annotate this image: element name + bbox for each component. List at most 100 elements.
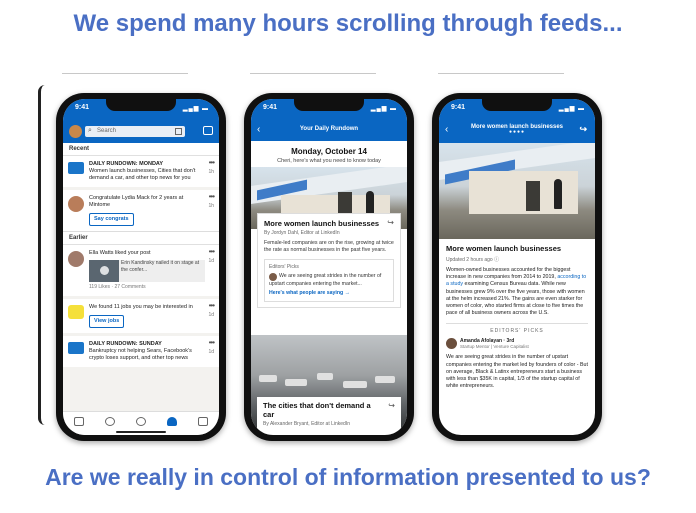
article-byline: By Jordyn Dahl, Editor at LinkedIn bbox=[264, 230, 340, 236]
phone-notch bbox=[294, 99, 364, 111]
more-icon[interactable]: ••• bbox=[209, 193, 215, 201]
notification-time: 1h bbox=[208, 169, 214, 175]
search-placeholder: Search bbox=[97, 128, 117, 134]
back-icon[interactable]: ‹ bbox=[257, 124, 260, 135]
search-icon: ⌕ bbox=[88, 127, 92, 134]
view-jobs-button[interactable]: View jobs bbox=[89, 315, 125, 328]
notification-time: 1h bbox=[208, 203, 214, 209]
section-earlier: Earlier bbox=[63, 232, 219, 245]
author-role: Startup Mentor | Venture Capitalist bbox=[460, 344, 529, 350]
notification-time: 1d bbox=[208, 258, 214, 264]
notifications-icon[interactable] bbox=[167, 417, 178, 426]
status-time: 9:41 bbox=[263, 104, 278, 111]
more-icon[interactable]: ••• bbox=[209, 159, 215, 167]
phone-notch bbox=[106, 99, 176, 111]
rundown-date: Monday, October 14 bbox=[291, 147, 367, 156]
avatar[interactable] bbox=[69, 125, 82, 138]
share-icon[interactable]: ↪ bbox=[387, 218, 394, 227]
phone-notch bbox=[482, 99, 552, 111]
editors-picks-label: Editors' Picks bbox=[269, 264, 299, 270]
pick-author[interactable]: Amanda Afolayan · 3rd Startup Mentor | V… bbox=[446, 338, 588, 350]
person-shape bbox=[554, 179, 563, 210]
more-icon[interactable]: ••• bbox=[209, 339, 215, 347]
top-headline: We spend many hours scrolling through fe… bbox=[73, 10, 623, 37]
divider bbox=[250, 73, 376, 74]
see-reactions-link[interactable]: Here's what people are saying → bbox=[269, 290, 389, 297]
newspaper-icon bbox=[68, 162, 84, 174]
article-body: More women launch businesses Updated 2 h… bbox=[439, 239, 595, 396]
notification-item[interactable]: DAILY RUNDOWN: MONDAY Women launch busin… bbox=[63, 156, 219, 190]
phone-screen: 9:41 ▂▄▆ ▬ ⌕ Search Recent DAILY RUNDOWN… bbox=[63, 99, 219, 435]
person-avatar-icon bbox=[68, 196, 84, 212]
phone-daily-rundown: 9:41 ▂▄▆ ▬ ‹ Your Daily Rundown Monday, … bbox=[244, 93, 414, 441]
engagement-meta: 119 Likes · 27 Comments bbox=[89, 284, 146, 290]
car-shape bbox=[343, 381, 367, 388]
avatar bbox=[269, 272, 277, 281]
bottom-headline: Are we really in control of information … bbox=[45, 464, 651, 490]
more-icon[interactable]: ••• bbox=[209, 302, 215, 310]
car-shape bbox=[317, 373, 333, 380]
pick-text: We are seeing great strides in the numbe… bbox=[269, 272, 382, 287]
person-avatar-icon bbox=[68, 251, 84, 267]
phone-screen: 9:41 ▂▄▆ ▬ ‹ More women launch businesse… bbox=[439, 99, 595, 435]
more-icon[interactable]: ••• bbox=[209, 248, 215, 256]
notification-time: 1d bbox=[208, 312, 214, 318]
status-time: 9:41 bbox=[75, 104, 90, 111]
avatar bbox=[446, 338, 457, 350]
messaging-icon[interactable] bbox=[203, 126, 213, 135]
rundown-header: Monday, October 14 Cheri, here's what yo… bbox=[251, 141, 407, 167]
divider bbox=[438, 73, 564, 74]
article-text: Women-owned businesses accounted for the… bbox=[446, 267, 587, 317]
media-caption: Erin Kandinsky nailed it on stage at the… bbox=[121, 260, 200, 273]
media-preview[interactable]: Erin Kandinsky nailed it on stage at the… bbox=[89, 260, 205, 282]
nav-bar: ‹ Your Daily Rundown bbox=[251, 121, 407, 141]
newspaper-icon bbox=[68, 342, 84, 354]
qr-code-icon[interactable] bbox=[175, 128, 182, 135]
car-shape bbox=[259, 375, 277, 382]
nav-bar: ‹ More women launch businesses ●●●● ↪ bbox=[439, 121, 595, 143]
article-card[interactable]: More women launch businesses ↪ By Jordyn… bbox=[257, 213, 401, 308]
search-row: ⌕ Search bbox=[63, 121, 219, 143]
play-icon bbox=[100, 266, 109, 275]
signal-icon: ▂▄▆ ▬ bbox=[558, 106, 585, 112]
home-icon[interactable] bbox=[73, 417, 84, 426]
phone-article: 9:41 ▂▄▆ ▬ ‹ More women launch businesse… bbox=[432, 93, 602, 441]
notification-text: Ella Watts liked your post bbox=[89, 250, 151, 256]
post-icon[interactable] bbox=[135, 417, 146, 426]
article-title[interactable]: The cities that don't demand a car bbox=[263, 401, 373, 419]
article-byline: By Alexander Bryant, Editor at LinkedIn bbox=[263, 421, 350, 427]
signal-icon: ▂▄▆ ▬ bbox=[182, 106, 209, 112]
updated-time: Updated 2 hours ago ⓘ bbox=[446, 257, 500, 263]
share-icon[interactable]: ↪ bbox=[579, 124, 587, 135]
door-shape bbox=[526, 181, 541, 212]
phone-edge bbox=[38, 85, 45, 425]
notification-item[interactable]: DAILY RUNDOWN: SUNDAY Bankruptcy not hel… bbox=[63, 336, 219, 370]
notification-text: Bankruptcy not helping Sears, Facebook's… bbox=[89, 348, 192, 361]
signal-icon: ▂▄▆ ▬ bbox=[370, 106, 397, 112]
back-icon[interactable]: ‹ bbox=[445, 124, 448, 135]
notification-title: DAILY RUNDOWN: MONDAY bbox=[89, 161, 164, 167]
article-hero-photo bbox=[439, 143, 595, 239]
editors-picks-label: EDITORS' PICKS bbox=[446, 323, 588, 334]
network-icon[interactable] bbox=[104, 417, 115, 426]
notification-item[interactable]: Ella Watts liked your post Erin Kandinsk… bbox=[63, 245, 219, 299]
share-icon[interactable]: ↪ bbox=[388, 401, 395, 410]
article-card[interactable]: The cities that don't demand a car ↪ By … bbox=[257, 397, 401, 435]
editors-picks[interactable]: Editors' Picks We are seeing great strid… bbox=[264, 259, 394, 302]
rundown-subtitle: Cheri, here's what you need to know toda… bbox=[277, 158, 381, 164]
notification-item[interactable]: We found 11 jobs you may be interested i… bbox=[63, 299, 219, 336]
notification-text: We found 11 jobs you may be interested i… bbox=[89, 304, 193, 310]
jobs-tab-icon[interactable] bbox=[198, 417, 209, 426]
say-congrats-button[interactable]: Say congrats bbox=[89, 213, 134, 226]
search-input[interactable]: ⌕ Search bbox=[85, 126, 185, 137]
article-photo[interactable]: The cities that don't demand a car ↪ By … bbox=[251, 335, 407, 435]
jobs-icon bbox=[68, 305, 84, 319]
notification-item[interactable]: Congratulate Lydia Mack for 2 years at M… bbox=[63, 190, 219, 232]
phone-screen: 9:41 ▂▄▆ ▬ ‹ Your Daily Rundown Monday, … bbox=[251, 99, 407, 435]
article-title: More women launch businesses bbox=[446, 244, 562, 253]
page-dots: ●●●● bbox=[508, 129, 526, 135]
divider bbox=[62, 73, 188, 74]
car-shape bbox=[285, 379, 307, 386]
article-title[interactable]: More women launch businesses bbox=[264, 219, 394, 228]
car-shape bbox=[375, 376, 395, 383]
